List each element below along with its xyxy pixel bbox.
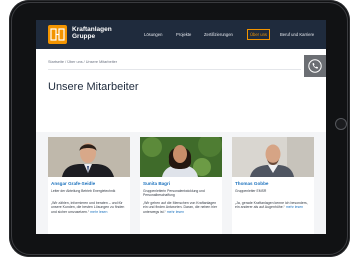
employee-role: Leiter der Abteilung Betrieb Energietech…	[51, 189, 116, 193]
team-card[interactable]: Ansgar Grafe-Seidle Leiter der Abteilung…	[48, 137, 130, 234]
employee-photo	[48, 137, 130, 177]
page-title: Unsere Mitarbeiter	[48, 81, 139, 93]
employee-name[interactable]: Sunita Bagri	[143, 181, 170, 186]
employee-photo	[140, 137, 222, 177]
employee-quote-text: „Wir zählen, informieren und beraten – u…	[51, 201, 125, 214]
employee-role: Gruppenleiter EMSR	[235, 189, 267, 193]
contact-button[interactable]	[304, 55, 326, 77]
employee-name[interactable]: Ansgar Grafe-Seidle	[51, 181, 95, 186]
phone-icon	[308, 59, 322, 73]
read-more-link[interactable]: mehr lesen	[286, 205, 303, 209]
nav-item-beruf-karriere[interactable]: Beruf und Karriere	[280, 32, 314, 37]
breadcrumb-divider	[48, 69, 301, 70]
nav-item-loesungen[interactable]: Lösungen	[144, 32, 162, 37]
tablet-screen: Kraftanlagen Gruppe Lösungen Projekte Ze…	[36, 20, 326, 234]
employee-role: Gruppenleiterin Personalentwicklung und …	[143, 189, 205, 198]
nav-item-projekte[interactable]: Projekte	[176, 32, 191, 37]
read-more-link[interactable]: mehr lesen	[167, 210, 184, 214]
employee-quote: „Wir zählen, informieren und beraten – u…	[51, 201, 127, 214]
employee-photo	[232, 137, 314, 177]
employee-quote: „Wir gehen auf die Menschen von Kraftanl…	[143, 201, 219, 214]
read-more-link[interactable]: mehr lesen	[90, 210, 107, 214]
nav-item-zertifizierungen[interactable]: Zertifizierungen	[204, 32, 233, 37]
team-card[interactable]: Thomas Gobbe Gruppenleiter EMSR „Ja, ger…	[232, 137, 314, 234]
tablet-home-button[interactable]	[335, 118, 347, 130]
team-card[interactable]: Sunita Bagri Gruppenleiterin Personalent…	[140, 137, 222, 234]
nav-item-ueber-uns[interactable]: Über uns	[247, 29, 270, 40]
employee-quote: „Ja, gerade Kraftanlagen kenne ich beson…	[235, 201, 311, 210]
site-header: Kraftanlagen Gruppe Lösungen Projekte Ze…	[36, 20, 326, 49]
employee-name[interactable]: Thomas Gobbe	[235, 181, 268, 186]
breadcrumb[interactable]: Startseite / Über uns / Unsere Mitarbeit…	[48, 60, 117, 64]
main-navigation: Lösungen Projekte Zertifizierungen Über …	[36, 29, 326, 40]
